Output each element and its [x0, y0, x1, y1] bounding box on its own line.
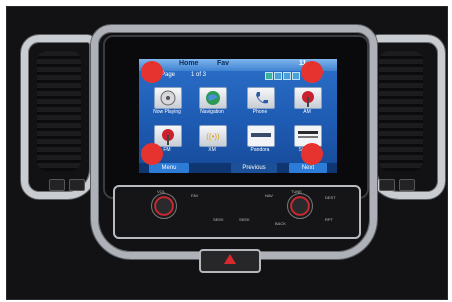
- status-icon: [274, 72, 282, 80]
- left-seat-heat-button[interactable]: [49, 179, 65, 191]
- previous-button[interactable]: Previous: [231, 163, 277, 173]
- status-icon: [283, 72, 291, 80]
- page-label: Page: [161, 72, 176, 78]
- callout-top-left: [141, 61, 163, 83]
- fav-button[interactable]: FAV: [191, 193, 198, 198]
- app-label: Now Playing: [153, 109, 181, 115]
- right-seat-heat-button[interactable]: [379, 179, 395, 191]
- status-icon: [292, 72, 300, 80]
- seek-forward-button[interactable]: SEEK: [239, 217, 250, 222]
- app-label: XM: [208, 147, 216, 153]
- app-label: AM: [303, 109, 311, 115]
- app-label: Pandora: [250, 147, 270, 153]
- app-pandora[interactable]: Pandora: [242, 125, 278, 155]
- back-button[interactable]: BACK: [275, 221, 286, 226]
- right-air-vent[interactable]: [379, 51, 423, 171]
- phone-icon: [247, 87, 275, 109]
- app-navigation[interactable]: Navigation: [194, 87, 230, 117]
- radio-tower-icon: [154, 125, 182, 147]
- tune-knob[interactable]: [287, 193, 313, 219]
- rpt-button[interactable]: RPT: [325, 217, 333, 222]
- tab-home[interactable]: Home: [179, 60, 198, 67]
- tab-fav[interactable]: Fav: [217, 60, 229, 67]
- dest-button[interactable]: DEST: [325, 195, 336, 200]
- app-phone[interactable]: Phone: [242, 87, 278, 117]
- nav-button[interactable]: NAV: [265, 193, 273, 198]
- radio-tower-icon: [294, 87, 322, 109]
- disc-icon: [154, 87, 182, 109]
- tune-label: TUNE: [291, 189, 302, 194]
- page-indicator: 1 of 3: [191, 72, 207, 78]
- left-seat-cool-button[interactable]: [69, 179, 85, 191]
- app-now-playing[interactable]: Now Playing: [149, 87, 185, 117]
- volume-knob[interactable]: [151, 193, 177, 219]
- app-label: Phone: [252, 109, 268, 115]
- hazard-triangle-icon: [224, 254, 236, 264]
- globe-icon: [199, 87, 227, 109]
- left-air-vent[interactable]: [37, 51, 81, 171]
- app-label: Navigation: [200, 109, 224, 115]
- svg-text:((•)): ((•)): [206, 132, 220, 141]
- control-console: VOL FAV NAV TUNE SEEK SEEK BACK RPT DEST: [113, 185, 361, 239]
- callout-bottom-left: [141, 143, 163, 165]
- right-seat-cool-button[interactable]: [399, 179, 415, 191]
- callout-bottom-right: [301, 143, 323, 165]
- xm-icon: ((•)): [199, 125, 227, 147]
- dashboard-photo: Home Fav 11 Page 1 of 3 Now Playing Navi…: [6, 6, 448, 300]
- callout-top-right: [301, 61, 323, 83]
- vol-label: VOL: [157, 189, 166, 194]
- seek-back-button[interactable]: SEEK: [213, 217, 224, 222]
- app-am[interactable]: AM: [289, 87, 325, 117]
- status-icon: [265, 72, 273, 80]
- pandora-icon: [247, 125, 275, 147]
- app-xm[interactable]: ((•)) XM: [194, 125, 230, 155]
